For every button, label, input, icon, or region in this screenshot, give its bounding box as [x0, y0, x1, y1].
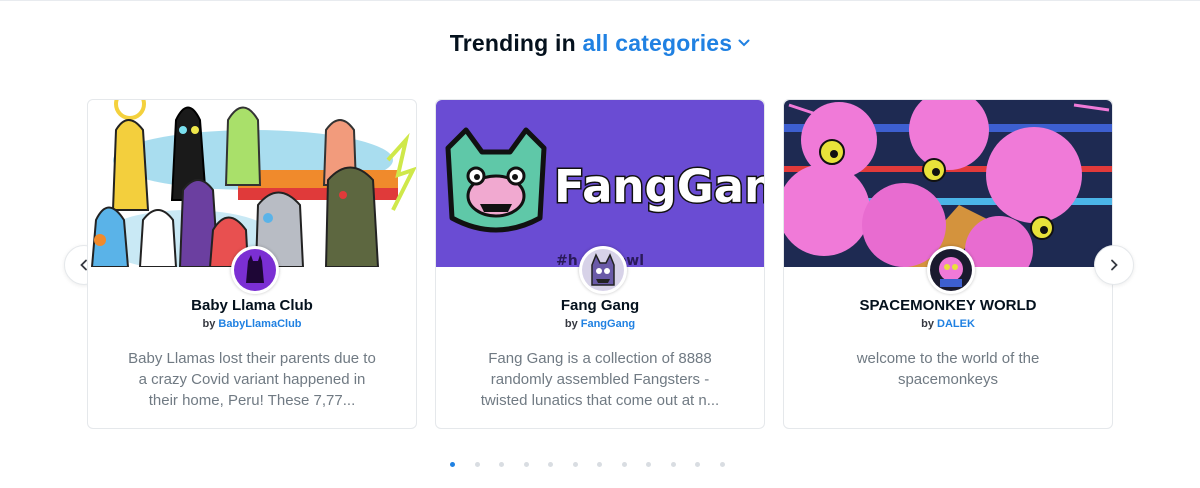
pagination-dot[interactable]: [719, 462, 725, 467]
section-heading: Trending in all categories: [0, 30, 1200, 57]
top-divider: [0, 0, 1200, 1]
collection-description: welcome to the world of the spacemonkeys: [856, 350, 1040, 388]
pagination-dot[interactable]: [450, 462, 455, 467]
collection-description: Fang Gang is a collection of 8888 random…: [480, 350, 720, 409]
collection-description: Baby Llamas lost their parents due to a …: [128, 350, 376, 409]
category-dropdown[interactable]: all categories: [582, 30, 750, 56]
by-prefix: by: [564, 318, 578, 330]
by-prefix: by: [921, 318, 934, 330]
pagination-dot[interactable]: [499, 462, 504, 467]
chevron-down-icon: [738, 39, 750, 47]
collection-avatar: [579, 246, 627, 294]
collection-avatar: [927, 246, 975, 294]
collection-banner: [784, 100, 1112, 267]
pagination-dot[interactable]: [695, 462, 700, 467]
carousel-pagination: [450, 462, 725, 468]
banner-wordmark: FangGang: [554, 160, 764, 213]
pagination-dot[interactable]: [621, 462, 627, 467]
by-prefix: by: [202, 318, 216, 330]
pagination-dot[interactable]: [548, 462, 553, 467]
carousel-next-button[interactable]: [1094, 245, 1134, 285]
collection-avatar: [231, 246, 279, 294]
creator-line: by DALEK: [784, 318, 1112, 330]
pagination-dot[interactable]: [572, 462, 578, 467]
collection-card-baby-llama-club[interactable]: Baby Llama Club by BabyLlamaClub Baby Ll…: [87, 99, 417, 429]
collection-card-spacemonkey-world[interactable]: SPACEMONKEY WORLD by DALEK welcome to th…: [783, 99, 1113, 429]
pagination-dot[interactable]: [646, 462, 651, 467]
collection-title: Baby Llama Club: [191, 297, 313, 314]
collection-title: SPACEMONKEY WORLD: [859, 297, 1037, 314]
pagination-dot[interactable]: [523, 462, 529, 467]
pagination-dot[interactable]: [670, 462, 676, 467]
chevron-right-icon: [1111, 259, 1118, 271]
collection-title: Fang Gang: [560, 297, 640, 314]
collection-card-fang-gang[interactable]: FangGang #h owl Fang Gang by FangGang Fa…: [435, 99, 765, 429]
collection-banner: FangGang #h owl: [436, 100, 764, 267]
collection-banner: [88, 100, 416, 267]
heading-prefix: Trending in: [449, 30, 576, 56]
pagination-dot[interactable]: [474, 462, 480, 467]
creator-link[interactable]: FangGang: [581, 318, 635, 330]
category-label: all categories: [582, 30, 733, 56]
creator-line: by BabyLlamaClub: [88, 318, 416, 330]
creator-line: by FangGang: [436, 318, 764, 330]
creator-link[interactable]: DALEK: [937, 318, 975, 330]
pagination-dot[interactable]: [597, 462, 602, 467]
creator-link[interactable]: BabyLlamaClub: [218, 318, 301, 330]
